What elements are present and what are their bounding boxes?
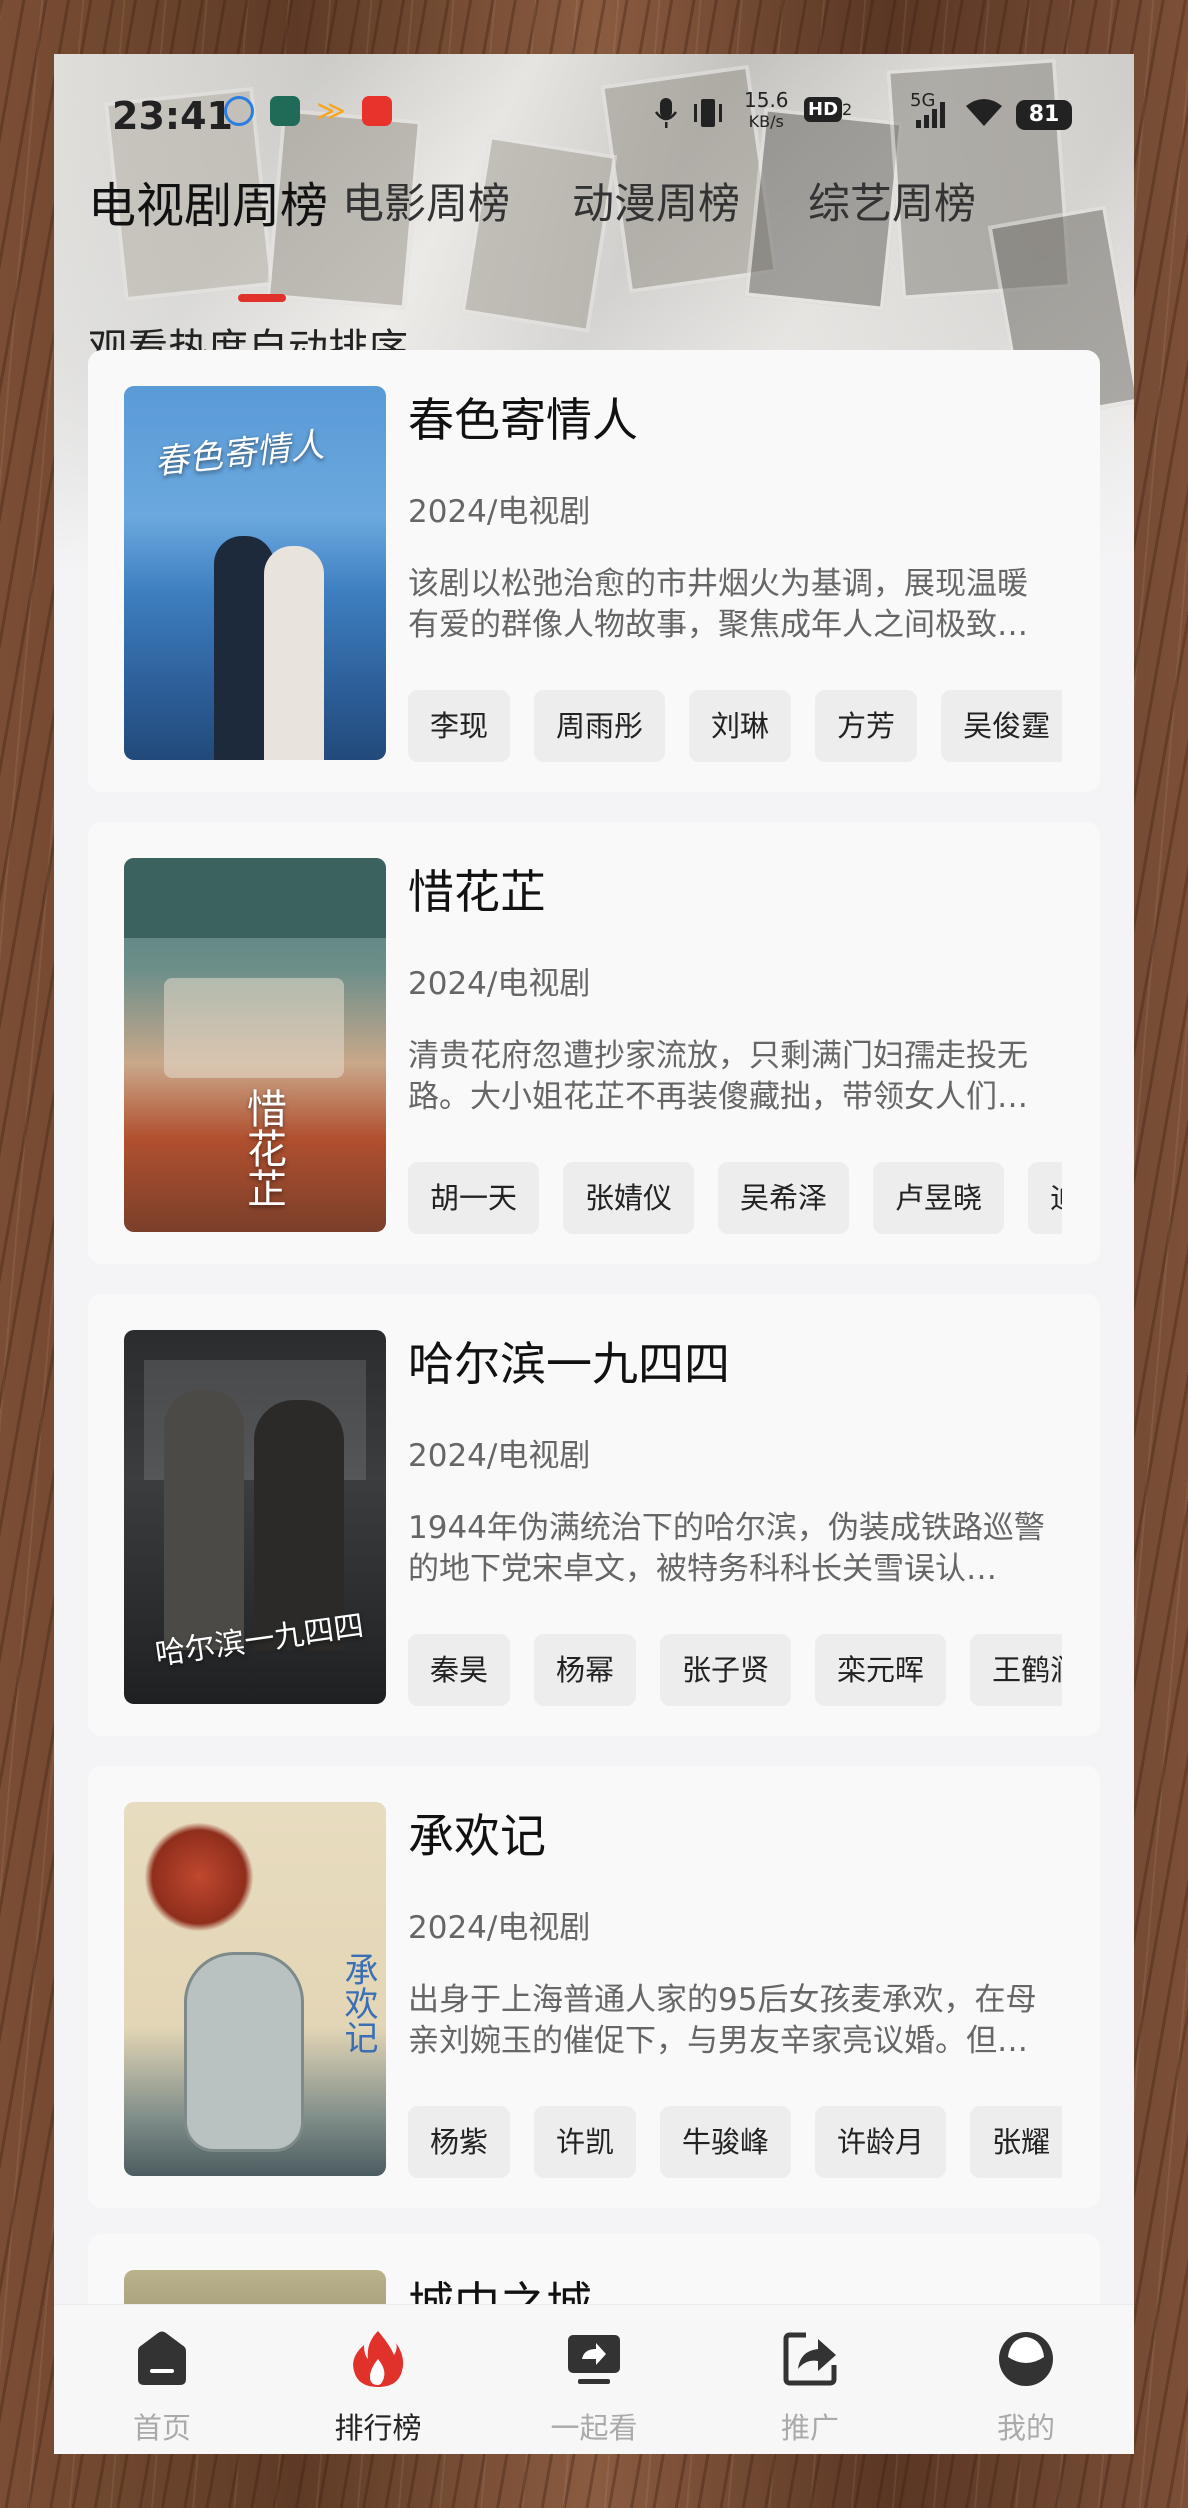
cast-chip[interactable]: 迪 — [1028, 1162, 1062, 1234]
item-title[interactable]: 惜花芷 — [408, 856, 546, 922]
item-year-type: 2024/电视剧 — [408, 1438, 591, 1474]
cast-chip[interactable]: 吴希泽 — [718, 1162, 850, 1234]
poster-image[interactable]: 春色寄情人 — [124, 386, 386, 760]
hd-sub: 2 — [842, 100, 853, 119]
poster-image[interactable]: 承欢记 — [124, 1802, 386, 2176]
cast-chip[interactable]: 张耀 — [970, 2106, 1062, 2178]
tab-variety-weekly[interactable]: 综艺周榜 — [808, 170, 976, 231]
status-bar: 23:41 ≫ 15.6 KB/s HD 2 5G 81 — [54, 54, 1134, 166]
share-arrow-icon — [782, 2329, 838, 2389]
wifi-icon — [964, 96, 1004, 134]
hd-icon: HD 2 — [804, 96, 852, 122]
microphone-icon — [654, 96, 678, 136]
app-notification-icon — [270, 96, 300, 126]
item-year-type: 2024/电视剧 — [408, 1910, 591, 1946]
cast-chip[interactable]: 吴俊霆 — [941, 690, 1062, 762]
cast-chip[interactable]: 杨紫 — [408, 2106, 511, 2178]
list-item[interactable]: 哈尔滨一九四四 哈尔滨一九四四 2024/电视剧 1944年伪满统治下的哈尔滨，… — [88, 1294, 1100, 1736]
cast-chip[interactable]: 刘琳 — [689, 690, 792, 762]
active-tab-indicator — [238, 294, 286, 302]
nav-label: 我的 — [996, 2411, 1055, 2445]
item-year-type: 2024/电视剧 — [408, 966, 591, 1002]
cast-chip[interactable]: 方芳 — [815, 690, 918, 762]
nav-profile[interactable]: 我的 — [918, 2305, 1134, 2454]
cast-chip[interactable]: 杨幂 — [534, 1634, 637, 1706]
poster-image[interactable]: 惜花芷 — [124, 858, 386, 1232]
cast-chip[interactable]: 卢昱晓 — [873, 1162, 1005, 1234]
item-description: 清贵花府忽遭抄家流放，只剩满门妇孺走投无路。大小姐花芷不再装傻藏拙，带领女人们… — [408, 1038, 1028, 1115]
nav-label: 推广 — [780, 2411, 839, 2445]
cast-chip[interactable]: 张婧仪 — [563, 1162, 695, 1234]
net-speed-value: 15.6 — [744, 88, 789, 112]
nav-ranking[interactable]: 排行榜 — [270, 2305, 486, 2454]
item-title[interactable]: 春色寄情人 — [408, 384, 638, 450]
profile-icon — [998, 2329, 1054, 2389]
hd-label: HD — [804, 97, 843, 122]
nav-home[interactable]: 首页 — [54, 2305, 270, 2454]
app-notification-icon — [362, 96, 392, 126]
poster-title: 春色寄情人 — [152, 425, 326, 483]
item-description: 出身于上海普通人家的95后女孩麦承欢，在母亲刘婉玉的催促下，与男友辛家亮议婚。但… — [408, 1982, 1037, 2059]
screen-share-icon — [566, 2329, 622, 2389]
cast-chip[interactable]: 胡一天 — [408, 1162, 540, 1234]
battery-indicator: 81 — [1016, 100, 1072, 130]
cast-list: 秦昊杨幂张子贤栾元晖王鹤润 — [408, 1634, 1062, 1706]
cast-chip[interactable]: 栾元晖 — [815, 1634, 947, 1706]
fire-icon — [350, 2329, 406, 2389]
tab-movie-weekly[interactable]: 电影周榜 — [342, 170, 510, 231]
tab-anime-weekly[interactable]: 动漫周榜 — [572, 170, 740, 231]
item-description: 该剧以松弛治愈的市井烟火为基调，展现温暖有爱的群像人物故事，聚焦成年人之间极致… — [408, 566, 1028, 643]
cast-list: 杨紫 许凯 牛骏峰 许龄月 张耀 — [408, 2106, 1062, 2178]
item-title[interactable]: 承欢记 — [408, 1800, 546, 1866]
net-speed-unit: KB/s — [748, 112, 784, 131]
item-title[interactable]: 哈尔滨一九四四 — [408, 1328, 730, 1394]
cast-chip[interactable]: 许凯 — [534, 2106, 637, 2178]
cast-chip[interactable]: 牛骏峰 — [660, 2106, 792, 2178]
cast-chip[interactable]: 周雨彤 — [534, 690, 666, 762]
nav-label: 一起看 — [550, 2411, 638, 2445]
cast-chip[interactable]: 李现 — [408, 690, 511, 762]
tab-tv-weekly[interactable]: 电视剧周榜 — [88, 166, 328, 236]
poster-title: 惜花芷 — [240, 1088, 286, 1208]
cast-chip[interactable]: 王鹤润 — [970, 1634, 1062, 1706]
cast-chip[interactable]: 张子贤 — [660, 1634, 792, 1706]
poster-image[interactable]: 哈尔滨一九四四 — [124, 1330, 386, 1704]
bottom-navigation: 首页 排行榜 一起看 推广 我的 — [54, 2304, 1134, 2454]
cast-chip[interactable]: 许龄月 — [815, 2106, 947, 2178]
nav-label: 排行榜 — [334, 2411, 422, 2445]
net-speed: 15.6 KB/s — [744, 90, 789, 132]
nav-watch-together[interactable]: 一起看 — [486, 2305, 702, 2454]
list-item[interactable]: 春色寄情人 春色寄情人 2024/电视剧 该剧以松弛治愈的市井烟火为基调，展现温… — [88, 350, 1100, 792]
home-icon — [134, 2329, 190, 2389]
list-item[interactable]: 承欢记 承欢记 2024/电视剧 出身于上海普通人家的95后女孩麦承欢，在母亲刘… — [88, 1766, 1100, 2208]
poster-title: 承欢记 — [338, 1952, 378, 2054]
phone-screen: 23:41 ≫ 15.6 KB/s HD 2 5G 81 电视剧周榜 电影周榜 动… — [54, 54, 1134, 2454]
item-year-type: 2024/电视剧 — [408, 494, 591, 530]
cast-list: 李现 周雨彤 刘琳 方芳 吴俊霆 — [408, 690, 1062, 762]
vibrate-icon — [690, 96, 726, 136]
app-notification-icon — [224, 96, 254, 126]
item-description: 1944年伪满统治下的哈尔滨，伪装成铁路巡警的地下党宋卓文，被特务科科长关雪误认… — [408, 1510, 1045, 1587]
app-notification-icon: ≫ — [316, 94, 346, 127]
nav-label: 首页 — [132, 2411, 191, 2445]
cast-list: 胡一天张婧仪吴希泽卢昱晓迪 — [408, 1162, 1062, 1234]
list-item[interactable]: 惜花芷 惜花芷 2024/电视剧 清贵花府忽遭抄家流放，只剩满门妇孺走投无路。大… — [88, 822, 1100, 1264]
status-time: 23:41 — [112, 94, 233, 138]
nav-promote[interactable]: 推广 — [702, 2305, 918, 2454]
cast-chip[interactable]: 秦昊 — [408, 1634, 511, 1706]
